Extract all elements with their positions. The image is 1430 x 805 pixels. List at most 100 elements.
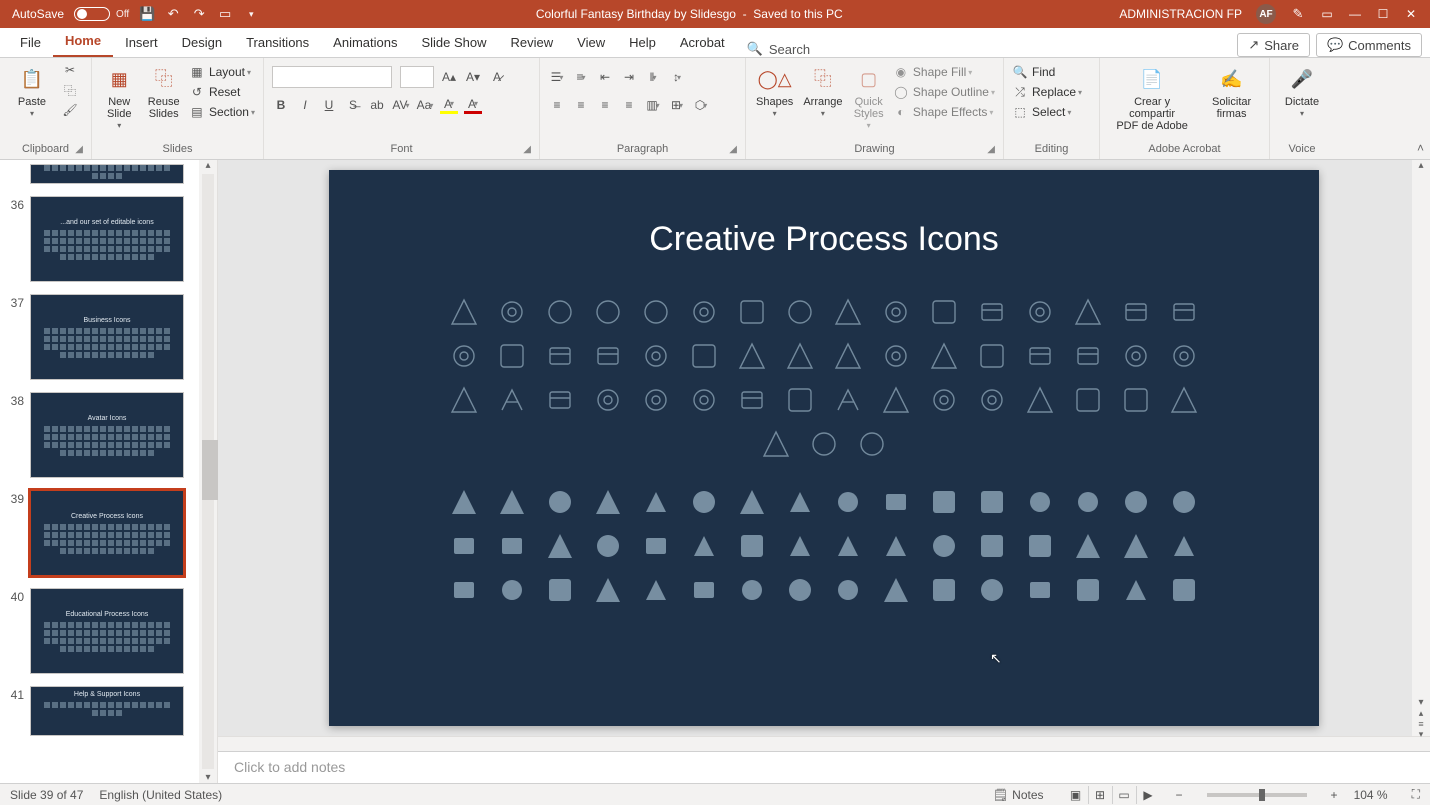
creative-icon[interactable] bbox=[687, 339, 721, 373]
creative-icon[interactable] bbox=[543, 295, 577, 329]
present-from-start-icon[interactable]: ▭ bbox=[217, 6, 233, 22]
creative-icon[interactable] bbox=[1023, 529, 1057, 563]
tab-help[interactable]: Help bbox=[617, 29, 668, 57]
reset-button[interactable]: ↺Reset bbox=[189, 84, 255, 100]
request-signatures-button[interactable]: ✍Solicitar firmas bbox=[1202, 62, 1261, 124]
zoom-slider[interactable] bbox=[1207, 793, 1307, 797]
slide-title[interactable]: Creative Process Icons bbox=[649, 220, 999, 259]
creative-icon[interactable] bbox=[591, 485, 625, 519]
thumbnail-row[interactable]: 36...and our set of editable icons bbox=[4, 196, 199, 282]
fit-to-window-icon[interactable]: ⛶ bbox=[1412, 787, 1420, 802]
copy-icon[interactable]: ⿻ bbox=[62, 82, 78, 98]
creative-icon[interactable] bbox=[879, 383, 913, 417]
tab-file[interactable]: File bbox=[8, 29, 53, 57]
creative-icon[interactable] bbox=[1167, 573, 1201, 607]
share-button[interactable]: ↗ Share bbox=[1237, 33, 1310, 57]
coming-soon-icon[interactable]: ✎ bbox=[1290, 6, 1306, 22]
thumbnail-slide[interactable]: Avatar Icons bbox=[30, 392, 184, 478]
creative-icon[interactable] bbox=[687, 383, 721, 417]
creative-icon[interactable] bbox=[447, 339, 481, 373]
thumbnail-row[interactable]: 39Creative Process Icons bbox=[4, 490, 199, 576]
creative-icon[interactable] bbox=[927, 529, 961, 563]
shape-effects-button[interactable]: ◐Shape Effects▾ bbox=[893, 104, 995, 120]
scroll-down-icon[interactable]: ▾ bbox=[1412, 697, 1430, 708]
font-name-combo[interactable] bbox=[272, 66, 392, 88]
layout-button[interactable]: ▦Layout▾ bbox=[189, 64, 255, 80]
tab-slideshow[interactable]: Slide Show bbox=[409, 29, 498, 57]
creative-icon[interactable] bbox=[927, 383, 961, 417]
zoom-in-icon[interactable]: + bbox=[1331, 788, 1338, 802]
creative-icon[interactable] bbox=[975, 295, 1009, 329]
creative-icon[interactable] bbox=[927, 339, 961, 373]
slide-content[interactable]: Creative Process Icons bbox=[329, 170, 1319, 726]
arrange-button[interactable]: ⿻Arrange▾ bbox=[801, 62, 844, 123]
autosave-toggle[interactable] bbox=[74, 7, 110, 21]
creative-icon[interactable] bbox=[1071, 485, 1105, 519]
creative-icon[interactable] bbox=[1071, 573, 1105, 607]
creative-icon[interactable] bbox=[1023, 339, 1057, 373]
bold-icon[interactable]: B bbox=[272, 96, 290, 114]
decrease-indent-icon[interactable]: ⇤ bbox=[596, 68, 614, 86]
creative-icon[interactable] bbox=[447, 383, 481, 417]
creative-icon[interactable] bbox=[783, 339, 817, 373]
ribbon-display-icon[interactable]: ▭ bbox=[1320, 7, 1334, 21]
scroll-up-icon[interactable]: ▴ bbox=[199, 160, 217, 171]
text-direction-icon[interactable]: ↕▾ bbox=[668, 68, 686, 86]
dialog-launcher-icon[interactable]: ◢ bbox=[987, 144, 995, 155]
creative-icon[interactable] bbox=[831, 383, 865, 417]
increase-font-icon[interactable]: A▴ bbox=[440, 68, 458, 86]
tab-insert[interactable]: Insert bbox=[113, 29, 170, 57]
creative-icon[interactable] bbox=[687, 485, 721, 519]
creative-icon[interactable] bbox=[1119, 573, 1153, 607]
creative-icon[interactable] bbox=[735, 573, 769, 607]
align-text-icon[interactable]: ⊞▾ bbox=[668, 96, 686, 114]
creative-icon[interactable] bbox=[495, 485, 529, 519]
slide-canvas-area[interactable]: Creative Process Icons ↖ ▴ ▾ ▴≡▾ bbox=[218, 160, 1430, 736]
creative-icon[interactable] bbox=[879, 485, 913, 519]
creative-icon[interactable] bbox=[735, 295, 769, 329]
thumbnail-slide[interactable]: ...and our set of editable icons bbox=[30, 196, 184, 282]
creative-icon[interactable] bbox=[1119, 529, 1153, 563]
creative-icon[interactable] bbox=[1023, 485, 1057, 519]
creative-icon[interactable] bbox=[759, 427, 793, 461]
maximize-icon[interactable]: ☐ bbox=[1376, 7, 1390, 21]
creative-icon[interactable] bbox=[831, 485, 865, 519]
editor-scrollbar[interactable]: ▴ ▾ ▴≡▾ bbox=[1412, 160, 1430, 736]
replace-button[interactable]: ⤮Replace▾ bbox=[1012, 84, 1082, 100]
creative-icon[interactable] bbox=[831, 339, 865, 373]
creative-icon[interactable] bbox=[1167, 529, 1201, 563]
search-box[interactable]: 🔍 Search bbox=[737, 41, 820, 57]
qat-more-icon[interactable]: ▾ bbox=[243, 6, 259, 22]
creative-icon[interactable] bbox=[1023, 573, 1057, 607]
creative-icon[interactable] bbox=[1023, 295, 1057, 329]
slide-position[interactable]: Slide 39 of 47 bbox=[10, 788, 83, 802]
underline-icon[interactable]: U bbox=[320, 96, 338, 114]
reading-view-icon[interactable]: ▭ bbox=[1112, 786, 1136, 804]
creative-icon[interactable] bbox=[879, 573, 913, 607]
creative-icon[interactable] bbox=[975, 573, 1009, 607]
creative-icon[interactable] bbox=[1071, 529, 1105, 563]
creative-icon[interactable] bbox=[1119, 383, 1153, 417]
creative-icon[interactable] bbox=[735, 529, 769, 563]
creative-icon[interactable] bbox=[495, 339, 529, 373]
creative-icon[interactable] bbox=[1167, 383, 1201, 417]
icon-grid-outline[interactable] bbox=[424, 295, 1224, 461]
normal-view-icon[interactable]: ▣ bbox=[1064, 786, 1088, 804]
creative-icon[interactable] bbox=[591, 339, 625, 373]
thumbnail-slide[interactable]: Educational Process Icons bbox=[30, 588, 184, 674]
creative-icon[interactable] bbox=[975, 383, 1009, 417]
shape-fill-button[interactable]: ◉Shape Fill▾ bbox=[893, 64, 995, 80]
creative-icon[interactable] bbox=[783, 573, 817, 607]
slideshow-view-icon[interactable]: ▶ bbox=[1136, 786, 1160, 804]
thumbnail-row[interactable]: 41Help & Support Icons bbox=[4, 686, 199, 736]
dialog-launcher-icon[interactable]: ◢ bbox=[523, 144, 531, 155]
scroll-up-icon[interactable]: ▴ bbox=[1412, 160, 1430, 171]
creative-icon[interactable] bbox=[855, 427, 889, 461]
creative-icon[interactable] bbox=[1071, 295, 1105, 329]
creative-icon[interactable] bbox=[783, 485, 817, 519]
sorter-view-icon[interactable]: ⊞ bbox=[1088, 786, 1112, 804]
creative-icon[interactable] bbox=[447, 573, 481, 607]
justify-icon[interactable]: ≡ bbox=[620, 96, 638, 114]
creative-icon[interactable] bbox=[639, 529, 673, 563]
creative-icon[interactable] bbox=[783, 529, 817, 563]
